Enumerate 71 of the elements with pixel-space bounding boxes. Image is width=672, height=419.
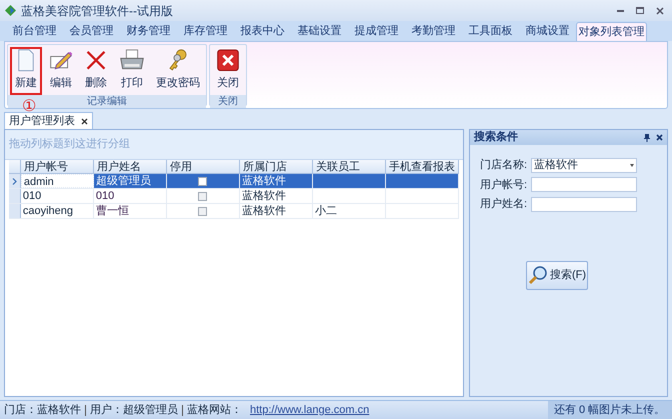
- table-cell: 超级管理员: [96, 175, 151, 187]
- column-header[interactable]: 手机查看报表: [386, 160, 460, 173]
- field-label: 用户姓名:: [480, 196, 528, 212]
- table-cell: 曹一恒: [96, 205, 129, 217]
- table-row[interactable]: 010 010 蓝格软件: [9, 189, 459, 204]
- pin-icon[interactable]: [644, 134, 650, 142]
- status-text: 门店：蓝格软件: [4, 402, 81, 418]
- table-cell: 蓝格软件: [242, 175, 286, 187]
- toolbar-button[interactable]: 更改密码: [152, 47, 204, 95]
- upload-status-text: 还有 0 幅图片未上传。: [554, 402, 666, 418]
- row-pointer-icon: [12, 178, 17, 184]
- menu-tab[interactable]: 前台管理: [6, 22, 63, 41]
- window-title: 蓝格美容院管理软件--试用版: [21, 2, 174, 20]
- document-tab[interactable]: 用户管理列表: [4, 112, 93, 129]
- status-text: 蓝格网站：: [187, 402, 242, 418]
- table-cell: 010: [96, 190, 114, 202]
- toolbar-button[interactable]: 新建: [10, 47, 42, 95]
- field-label: 用户帐号:: [480, 178, 528, 192]
- close-icon[interactable]: [81, 118, 88, 124]
- menu-tab[interactable]: 考勤管理: [405, 22, 462, 41]
- input-field[interactable]: [531, 177, 637, 192]
- table-cell: caoyiheng: [22, 205, 73, 217]
- maximize-icon[interactable]: [636, 7, 644, 14]
- search-button[interactable]: 搜索(F): [526, 260, 588, 290]
- annotation-number: ①: [22, 99, 36, 115]
- menu-tab[interactable]: 对象列表管理: [576, 22, 647, 41]
- x-mark-icon: [84, 49, 108, 72]
- checkbox[interactable]: [198, 176, 208, 186]
- website-link[interactable]: http://www.lange.com.cn: [250, 402, 370, 418]
- pencil-icon: [48, 49, 74, 72]
- checkbox[interactable]: [198, 192, 208, 200]
- table-cell: 小二: [314, 205, 337, 217]
- status-text: 用户：超级管理员: [90, 402, 178, 418]
- column-header[interactable]: 用户姓名: [94, 160, 167, 173]
- menu-tab[interactable]: 报表中心: [234, 22, 291, 41]
- menu-tab[interactable]: 库存管理: [177, 22, 234, 41]
- column-header[interactable]: 所属门店: [240, 160, 313, 173]
- table-row[interactable]: admin 超级管理员 蓝格软件: [9, 174, 459, 189]
- field-label: 门店名称:: [480, 158, 528, 173]
- input-field[interactable]: [531, 196, 637, 212]
- group-hint-text: 拖动列标题到这进行分组: [9, 136, 130, 152]
- panel-title: 搜索条件: [474, 130, 519, 146]
- menu-tab[interactable]: 财务管理: [120, 22, 177, 41]
- table-cell: 010: [22, 190, 42, 202]
- column-header[interactable]: 关联员工: [312, 160, 386, 173]
- dropdown-arrow-icon: [630, 164, 634, 167]
- dropdown-field[interactable]: 蓝格软件: [531, 158, 637, 173]
- toolbar-button[interactable]: 打印: [114, 47, 150, 95]
- menu-tab[interactable]: 商城设置: [519, 22, 576, 41]
- toolbar-button[interactable]: 关闭: [212, 47, 244, 95]
- close-icon[interactable]: [656, 6, 664, 14]
- close-icon: [216, 49, 240, 72]
- magnifier-icon: [528, 265, 548, 285]
- menu-tab[interactable]: 基础设置: [291, 22, 348, 41]
- minimize-icon[interactable]: [617, 9, 624, 12]
- menu-tab[interactable]: 提成管理: [348, 22, 405, 41]
- table-cell: 蓝格软件: [242, 205, 286, 217]
- printer-icon: [118, 49, 146, 72]
- column-header[interactable]: 用户帐号: [20, 160, 94, 173]
- table-row[interactable]: caoyiheng 曹一恒 蓝格软件 小二: [9, 204, 459, 219]
- menu-tab[interactable]: 工具面板: [462, 22, 519, 41]
- group-label: 关闭: [210, 95, 246, 108]
- toolbar-button[interactable]: 删除: [80, 47, 112, 95]
- close-icon[interactable]: [656, 134, 663, 141]
- checkbox[interactable]: [198, 206, 208, 216]
- app-logo-icon: [4, 4, 17, 17]
- table-cell: 蓝格软件: [242, 190, 286, 202]
- column-header[interactable]: 停用: [166, 160, 240, 173]
- menu-tab[interactable]: 会员管理: [63, 22, 120, 41]
- table-cell: admin: [24, 176, 54, 188]
- toolbar-button[interactable]: 编辑: [44, 47, 78, 95]
